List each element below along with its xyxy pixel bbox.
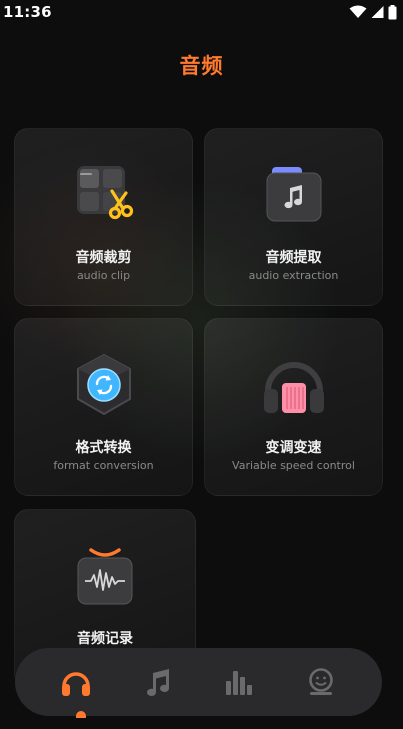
convert-cube-icon (76, 353, 131, 416)
signal-icon (371, 6, 384, 18)
card-label: 音频记录 (77, 631, 133, 647)
status-time: 11:36 (3, 3, 52, 21)
music-folder-icon (266, 167, 321, 222)
card-variable-speed[interactable]: 变调变速 Variable speed control (204, 318, 383, 496)
nav-item-audio[interactable] (54, 660, 98, 704)
card-label: 音频裁剪 (75, 250, 132, 266)
bottom-nav (15, 648, 382, 716)
card-label: 格式转换 (75, 440, 132, 456)
card-format-conversion[interactable]: 格式转换 format conversion (14, 318, 193, 496)
app-screen: 11:36 音频 音频裁剪 audio clip 音频提取 audio extr… (0, 0, 403, 729)
battery-icon (388, 4, 397, 19)
card-sublabel: audio clip (76, 269, 131, 282)
wifi-icon (349, 5, 367, 18)
nav-active-indicator (76, 711, 86, 718)
page-title: 音频 (179, 54, 224, 78)
card-sublabel: format conversion (53, 459, 154, 472)
card-label: 变调变速 (265, 440, 322, 456)
card-audio-extraction[interactable]: 音频提取 audio extraction (204, 128, 383, 306)
card-sublabel: Variable speed control (232, 459, 355, 472)
card-sublabel: audio extraction (248, 269, 339, 282)
nav-item-music[interactable] (136, 660, 180, 704)
bar-chart-icon (226, 671, 253, 695)
card-audio-clip[interactable]: 音频裁剪 audio clip (14, 128, 193, 306)
nav-item-profile[interactable] (299, 660, 343, 704)
status-bar: 11:36 (0, 0, 403, 24)
status-icons (349, 4, 397, 20)
headphones-icon (263, 362, 324, 413)
music-note-icon (146, 669, 169, 697)
card-label: 音频提取 (265, 250, 322, 266)
headphones-icon (61, 672, 90, 696)
profile-icon (309, 668, 333, 695)
waveform-box-icon (77, 548, 133, 605)
nav-item-stats[interactable] (217, 660, 261, 704)
scissors-grid-icon (76, 166, 133, 220)
